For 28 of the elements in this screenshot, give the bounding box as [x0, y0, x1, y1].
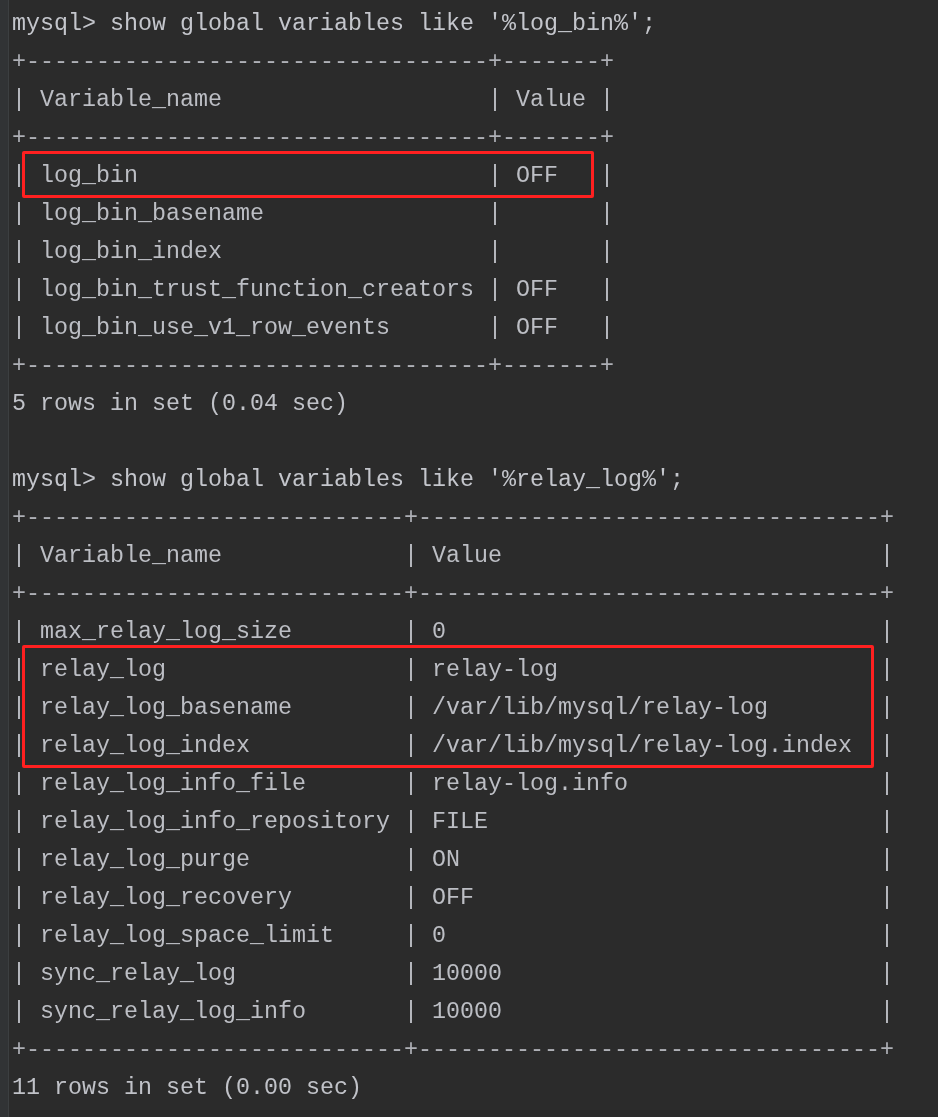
table-header-row-text: | Variable_name | Value |: [12, 542, 894, 571]
command-line: mysql> show global variables like '%relay_log%';: [12, 466, 684, 495]
result-summary: 11 rows in set (0.00 sec): [12, 1074, 362, 1103]
table-border: +---------------------------+---------------------------------+: [12, 504, 894, 533]
table-row-text: | relay_log_space_limit | 0 |: [12, 922, 894, 951]
table-border: +---------------------------------+-------+: [12, 124, 614, 153]
table-row-text: | log_bin_use_v1_row_events | OFF |: [12, 314, 614, 343]
table-row-text: | log_bin_trust_function_creators | OFF |: [12, 276, 614, 305]
table-header-row-text: | Variable_name | Value |: [12, 86, 614, 115]
table-border: +---------------------------+---------------------------------+: [12, 580, 894, 609]
table-row-text: | relay_log_basename | /var/lib/mysql/relay-log |: [12, 694, 894, 723]
table-border: +---------------------------------+-------+: [12, 352, 614, 381]
table-border: +---------------------------------+-------+: [12, 48, 614, 77]
table-row-text: | sync_relay_log_info | 10000 |: [12, 998, 894, 1027]
table-row-text: | log_bin_basename | |: [12, 200, 614, 229]
table-row-text: | sync_relay_log | 10000 |: [12, 960, 894, 989]
table-row-text: | relay_log_index | /var/lib/mysql/relay-log.index |: [12, 732, 894, 761]
command-line: mysql> show global variables like '%log_bin%';: [12, 10, 656, 39]
table-row-text: | relay_log_info_file | relay-log.info |: [12, 770, 894, 799]
table-row-text: | relay_log_recovery | OFF |: [12, 884, 894, 913]
table-row-text: | relay_log_purge | ON |: [12, 846, 894, 875]
table-row-text: | relay_log | relay-log |: [12, 656, 894, 685]
result-summary: 5 rows in set (0.04 sec): [12, 390, 348, 419]
table-border: +---------------------------+---------------------------------+: [12, 1036, 894, 1065]
table-row-text: | relay_log_info_repository | FILE |: [12, 808, 894, 837]
table-row-text: | max_relay_log_size | 0 |: [12, 618, 894, 647]
table-row-text: | log_bin_index | |: [12, 238, 614, 267]
table-row-text: | log_bin | OFF |: [12, 162, 614, 191]
